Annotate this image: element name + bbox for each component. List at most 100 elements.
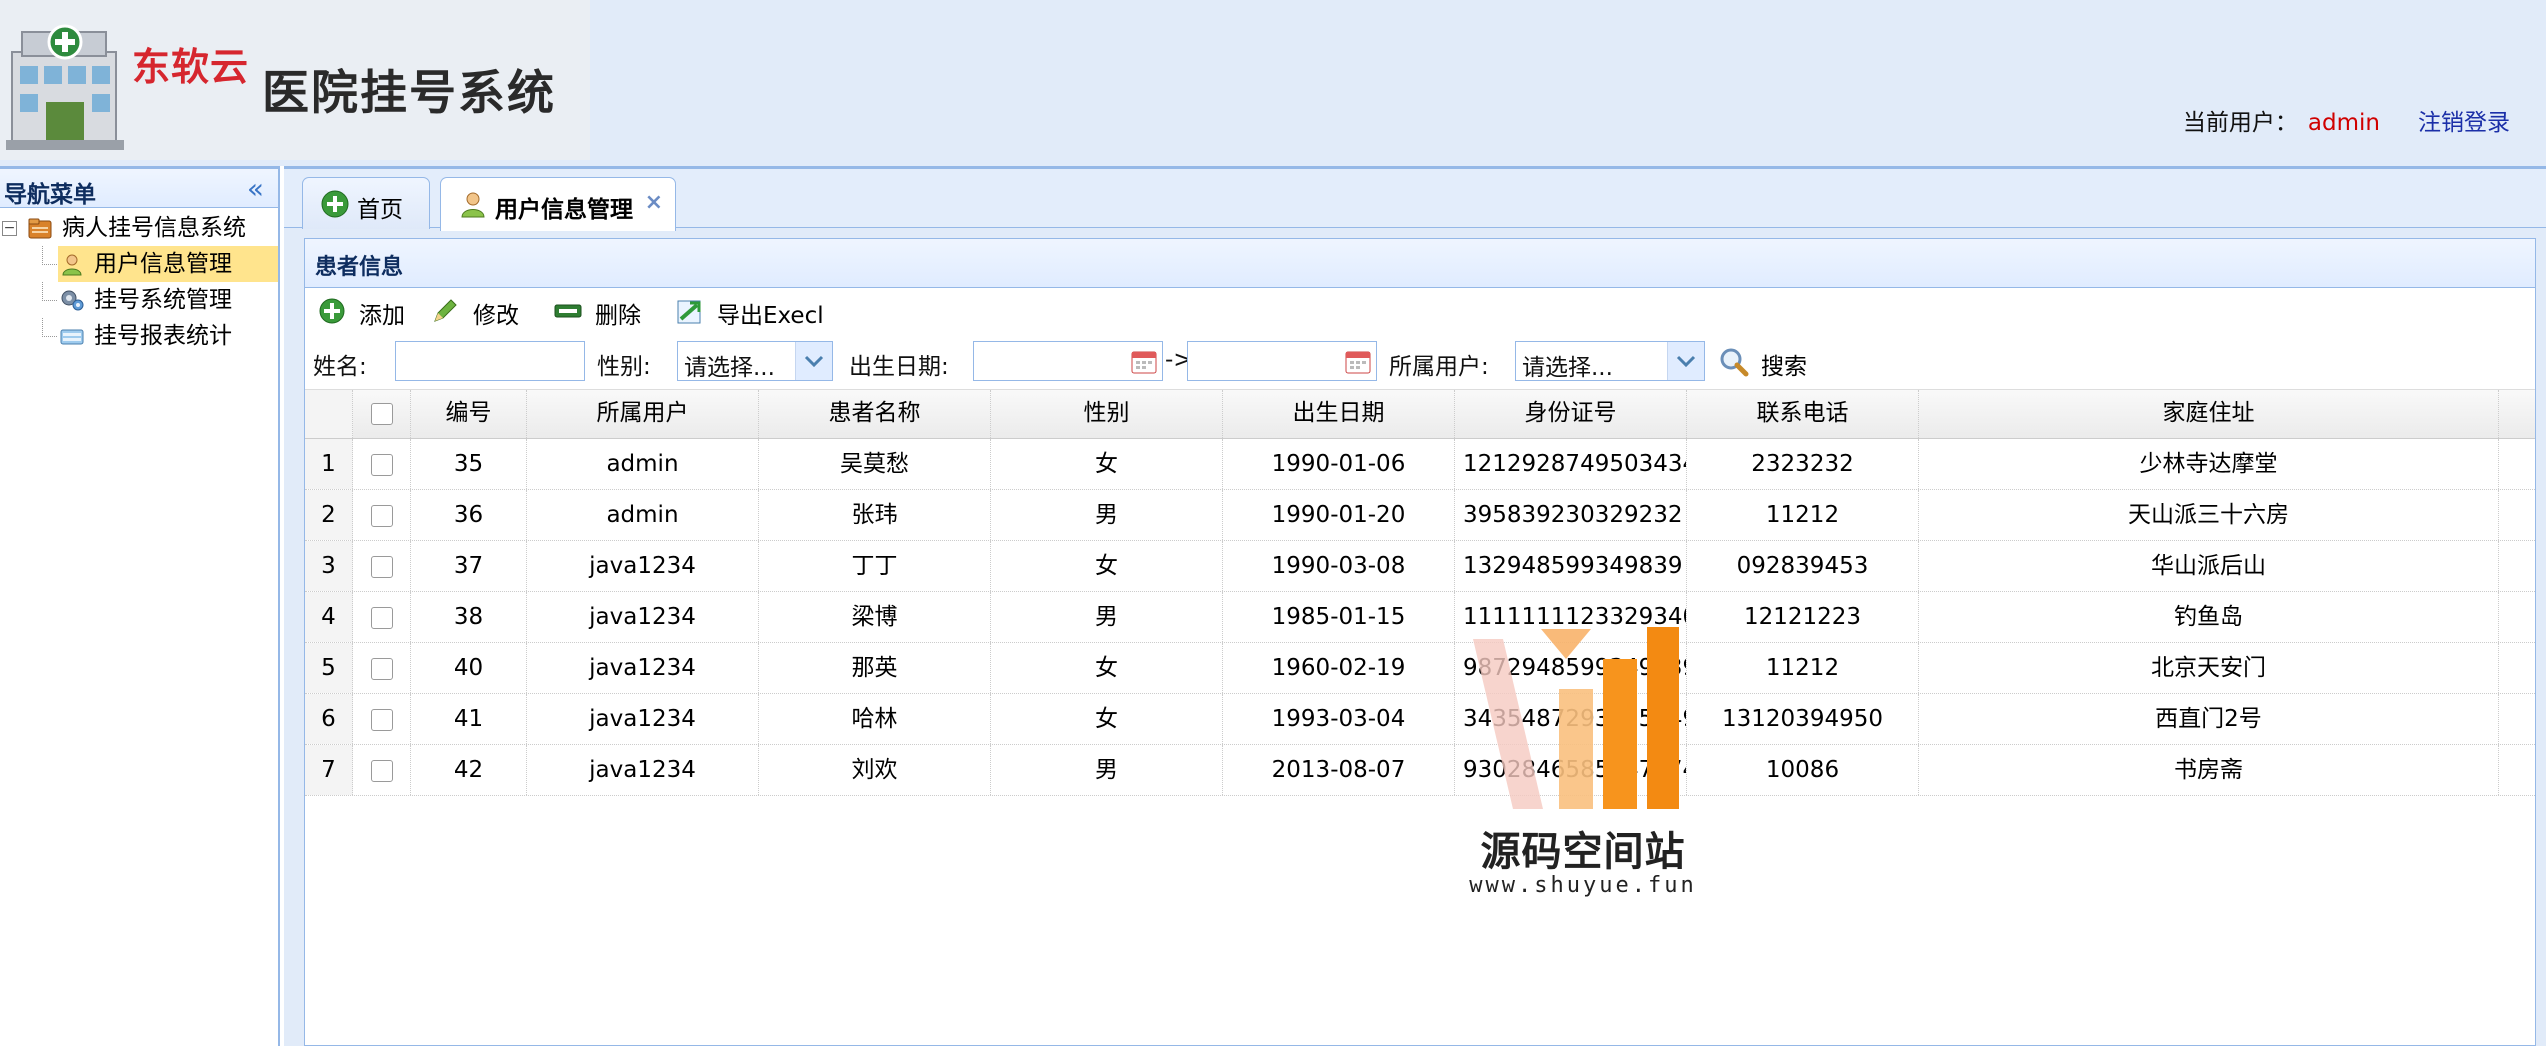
column-header[interactable]: 联系电话 xyxy=(1687,390,1919,438)
sidebar-item-report[interactable]: 挂号报表统计 xyxy=(0,318,278,354)
row-checkbox[interactable] xyxy=(370,453,393,476)
row-checkbox[interactable] xyxy=(370,555,393,578)
table-row[interactable]: 3 37 java1234 丁丁女 1990-03-08 132948599349839 0… xyxy=(305,541,2535,592)
cell-owner: admin xyxy=(527,439,759,489)
logout-link[interactable]: 注销登录 xyxy=(2418,110,2510,136)
column-header[interactable]: 患者名称 xyxy=(759,390,991,438)
cell-id: 40 xyxy=(411,643,527,693)
birth-from-input[interactable] xyxy=(973,341,1163,381)
cell-address: 天山派三十六房 xyxy=(1919,490,2499,540)
add-button[interactable]: 添加 xyxy=(317,295,417,329)
report-icon xyxy=(60,329,84,345)
row-checkbox-cell xyxy=(353,541,411,591)
cell-address: 书房斋 xyxy=(1919,745,2499,795)
add-label: 添加 xyxy=(359,303,405,329)
column-header[interactable]: 身份证号 xyxy=(1455,390,1687,438)
cell-owner: java1234 xyxy=(527,694,759,744)
row-checkbox[interactable] xyxy=(370,708,393,731)
cell-patient-name: 那英 xyxy=(759,643,991,693)
cell-patient-name: 刘欢 xyxy=(759,745,991,795)
gender-select[interactable]: 请选择... xyxy=(677,341,833,381)
tab-home[interactable]: 首页 xyxy=(302,177,430,229)
double-chevron-left-icon[interactable]: « xyxy=(247,172,264,205)
calendar-icon[interactable] xyxy=(1344,347,1372,375)
cell-id: 42 xyxy=(411,745,527,795)
row-checkbox-cell xyxy=(353,490,411,540)
delete-button[interactable]: 删除 xyxy=(553,295,653,329)
row-checkbox[interactable] xyxy=(370,657,393,680)
tab-label: 首页 xyxy=(357,197,403,223)
chevron-down-icon[interactable] xyxy=(1667,342,1704,380)
column-header[interactable]: 编号 xyxy=(411,390,527,438)
table-row[interactable]: 7 42 java1234 刘欢男 2013-08-07 9302846585947574… xyxy=(305,745,2535,796)
patient-info-panel: 患者信息 添加 修改 删除 导出Execl 姓名: 性别: 请选择... 出生日… xyxy=(304,238,2536,1046)
table-row[interactable]: 6 41 java1234 哈林女 1993-03-04 3435487293795349… xyxy=(305,694,2535,745)
sidebar-item-registration[interactable]: 挂号系统管理 xyxy=(0,282,278,318)
export-button[interactable]: 导出Execl xyxy=(675,295,835,329)
sidebar-header: 导航菜单 « xyxy=(0,169,278,208)
row-checkbox[interactable] xyxy=(370,504,393,527)
search-icon xyxy=(1720,348,1749,377)
row-number: 2 xyxy=(305,490,353,540)
panel-header: 患者信息 xyxy=(305,239,2535,288)
cell-patient-name: 丁丁 xyxy=(759,541,991,591)
table-row[interactable]: 1 35 admin 吴莫愁女 1990-01-06 1212928749503434 23… xyxy=(305,439,2535,490)
cell-birth-date: 1960-02-19 xyxy=(1223,643,1455,693)
sidebar-item-user-info[interactable]: 用户信息管理 xyxy=(0,246,278,282)
column-header[interactable]: 性别 xyxy=(991,390,1223,438)
cell-address: 少林寺达摩堂 xyxy=(1919,439,2499,489)
column-header[interactable]: 所属用户 xyxy=(527,390,759,438)
cell-address: 西直门2号 xyxy=(1919,694,2499,744)
cell-id: 38 xyxy=(411,592,527,642)
watermark-url: www.shuyue.fun xyxy=(1469,873,1697,898)
cell-patient-name: 张玮 xyxy=(759,490,991,540)
cell-phone: 11212 xyxy=(1687,643,1919,693)
select-all-checkbox[interactable] xyxy=(370,402,393,425)
tab-user-info[interactable]: 用户信息管理 × xyxy=(440,177,676,231)
folder-icon xyxy=(28,218,52,239)
table-row[interactable]: 4 38 java1234 梁博男 1985-01-15 1111111123329340… xyxy=(305,592,2535,643)
row-checkbox[interactable] xyxy=(370,759,393,782)
row-number: 1 xyxy=(305,439,353,489)
logo: 东软云 医院挂号系统 xyxy=(0,0,590,160)
edit-button[interactable]: 修改 xyxy=(431,295,531,329)
birth-to-input[interactable] xyxy=(1187,341,1377,381)
toolbar: 添加 修改 删除 导出Execl xyxy=(305,287,2535,333)
column-header[interactable]: 家庭住址 xyxy=(1919,390,2499,438)
navigation-sidebar: 导航菜单 « − 病人挂号信息系统 用户信息管理 挂号系统管理 挂号报表统计 xyxy=(0,166,280,1046)
panel-title: 患者信息 xyxy=(315,255,404,280)
cell-address: 华山派后山 xyxy=(1919,541,2499,591)
chevron-down-icon[interactable] xyxy=(795,342,832,380)
delete-label: 删除 xyxy=(595,303,641,329)
edit-label: 修改 xyxy=(473,303,519,329)
cell-id-card: 1111111123329340 xyxy=(1455,592,1687,642)
calendar-icon[interactable] xyxy=(1130,347,1158,375)
tree-root-node[interactable]: − 病人挂号信息系统 xyxy=(0,210,278,246)
search-button[interactable]: 搜索 xyxy=(1719,345,1829,380)
table-row[interactable]: 2 36 admin 张玮男 1990-01-20 395839230329232 1121… xyxy=(305,490,2535,541)
row-checkbox-cell xyxy=(353,592,411,642)
name-filter-label: 姓名: xyxy=(313,354,367,380)
current-user-label: 当前用户： xyxy=(2182,110,2298,136)
cell-id-card: 132948599349839 xyxy=(1455,541,1687,591)
name-filter-input[interactable] xyxy=(395,341,585,381)
user-icon xyxy=(461,192,485,218)
row-number: 6 xyxy=(305,694,353,744)
table-row[interactable]: 5 40 java1234 那英女 1960-02-19 9872948599349839… xyxy=(305,643,2535,694)
hospital-building-icon xyxy=(6,24,124,150)
add-icon xyxy=(319,298,345,324)
tree-root-label: 病人挂号信息系统 xyxy=(62,215,246,241)
column-header[interactable]: 出生日期 xyxy=(1223,390,1455,438)
cell-gender: 女 xyxy=(991,439,1223,489)
cell-phone: 2323232 xyxy=(1687,439,1919,489)
owner-select[interactable]: 请选择... xyxy=(1515,341,1705,381)
cell-gender: 女 xyxy=(991,694,1223,744)
tree-collapse-toggle-icon[interactable]: − xyxy=(2,221,17,236)
cell-id-card: 9872948599349839 xyxy=(1455,643,1687,693)
close-icon[interactable]: × xyxy=(645,190,663,215)
user-icon xyxy=(62,254,82,276)
minus-icon xyxy=(554,304,582,318)
cell-id-card: 34354872937953495 xyxy=(1455,694,1687,744)
sidebar-title: 导航菜单 xyxy=(4,182,96,208)
row-checkbox[interactable] xyxy=(370,606,393,629)
